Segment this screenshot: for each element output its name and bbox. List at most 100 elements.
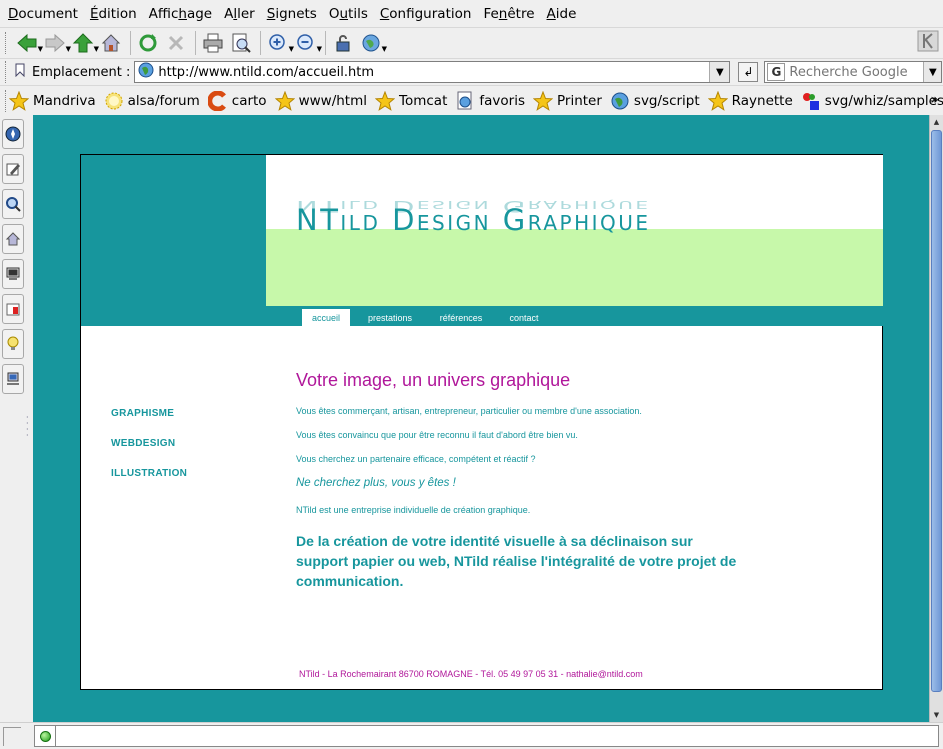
web-shortcuts-button[interactable]: ▼ <box>358 30 387 56</box>
bookmark-label: Tomcat <box>399 92 448 109</box>
bookmark-svg-script[interactable]: svg/script <box>610 91 700 111</box>
bookmark-www-html[interactable]: www/html <box>274 90 368 111</box>
compass-icon <box>5 126 21 142</box>
toolbar-separator <box>130 31 131 55</box>
zoom-in-button[interactable]: ▼ <box>265 30 294 56</box>
vertical-scrollbar[interactable]: ▲ ▼ <box>929 115 943 722</box>
bookmarks-toolbar: Mandriva alsa/forum carto www/html Tomca… <box>0 85 943 115</box>
menu-outils[interactable]: Outils <box>325 6 376 22</box>
location-bar: Emplacement : http://www.ntild.com/accue… <box>0 58 943 85</box>
bookmark-printer[interactable]: Printer <box>532 90 602 111</box>
back-button[interactable]: ▼ <box>14 30 43 56</box>
search-engine-dropdown-icon[interactable]: ▼ <box>923 62 942 82</box>
nav-tab-contact[interactable]: contact <box>502 309 546 326</box>
intro-text: NTild est une entreprise individuelle de… <box>296 505 531 515</box>
sidebar-search-button[interactable] <box>2 189 24 219</box>
menu-aide[interactable]: Aide <box>543 6 585 22</box>
site-nav: accueil prestations références contact <box>266 306 883 326</box>
google-search-input[interactable] <box>789 64 920 80</box>
nav-tab-accueil[interactable]: accueil <box>302 309 350 326</box>
url-field[interactable]: http://www.ntild.com/accueil.htm ▼ <box>134 61 731 83</box>
bookmark-label: favoris <box>479 92 525 109</box>
zoom-out-dropdown-icon[interactable]: ▼ <box>317 45 322 53</box>
star-icon <box>707 90 728 111</box>
more-bookmarks-icon[interactable]: » <box>930 92 939 108</box>
nav-tab-references[interactable]: références <box>432 309 490 326</box>
bookmark-alsa-forum[interactable]: alsa/forum <box>104 91 200 111</box>
bookmark-carto[interactable]: carto <box>207 90 267 111</box>
toolbar-grip[interactable] <box>5 32 11 54</box>
home-button[interactable] <box>98 30 124 56</box>
sidebar-tips-button[interactable] <box>2 329 24 359</box>
menu-edition[interactable]: Édition <box>86 6 145 22</box>
globe-icon <box>362 34 380 52</box>
go-button[interactable]: ↲ <box>738 62 759 82</box>
sidenav-graphisme[interactable]: GRAPHISME <box>111 408 174 419</box>
up-arrow-icon <box>72 33 94 53</box>
zoom-out-icon <box>297 34 313 50</box>
menu-signets[interactable]: Signets <box>263 6 325 22</box>
bookmark-mandriva[interactable]: Mandriva <box>9 90 96 111</box>
print-button[interactable] <box>200 30 226 56</box>
nav-tab-prestations[interactable]: prestations <box>362 309 418 326</box>
sidebar-web-browser-button[interactable] <box>2 119 24 149</box>
page-title: Votre image, un univers graphique <box>296 370 571 390</box>
menu-aller[interactable]: Aller <box>220 6 263 22</box>
forward-button[interactable]: ▼ <box>42 30 71 56</box>
globe-icon <box>610 91 630 111</box>
sidebar-home-button[interactable] <box>2 224 24 254</box>
navigation-sidebar: · · · · <box>0 115 33 722</box>
bookmark-tomcat[interactable]: Tomcat <box>375 90 448 111</box>
menu-document[interactable]: Document <box>4 6 86 22</box>
lock-icon <box>336 35 350 52</box>
web-shortcuts-dropdown-icon[interactable]: ▼ <box>382 45 387 53</box>
scrollbar-thumb[interactable] <box>931 130 942 692</box>
star-icon <box>532 90 553 111</box>
sidenav-illustration[interactable]: ILLUSTRATION <box>111 468 187 479</box>
google-search-field[interactable]: G ▼ <box>764 61 943 83</box>
bookmark-raynette[interactable]: Raynette <box>707 90 793 111</box>
bookmarks-bar-grip[interactable] <box>5 89 6 112</box>
print-preview-button[interactable] <box>228 30 254 56</box>
url-history-dropdown-icon[interactable]: ▼ <box>709 62 730 82</box>
url-text[interactable]: http://www.ntild.com/accueil.htm <box>154 65 709 80</box>
bookmark-label: www/html <box>298 92 368 109</box>
bookmark-favoris[interactable]: favoris <box>455 91 525 111</box>
google-icon[interactable]: G <box>767 63 786 81</box>
toolbar-separator <box>325 31 326 55</box>
sidebar-devices-button[interactable] <box>2 259 24 289</box>
up-button[interactable]: ▼ <box>70 30 99 56</box>
scroll-down-arrow-icon[interactable]: ▼ <box>930 708 943 722</box>
bookmark-folder-icon <box>6 303 20 316</box>
sidebar-network-button[interactable] <box>2 364 24 394</box>
sidebar-bookmarks-button[interactable] <box>2 294 24 324</box>
bookmark-label: Raynette <box>731 92 793 109</box>
paragraph-2: Vous êtes convaincu que pour être reconn… <box>296 430 578 440</box>
header-banner: NTild Design Graphique NTild Design Grap… <box>266 155 883 306</box>
menu-configuration[interactable]: Configuration <box>376 6 480 22</box>
menu-bar: Document Édition Affichage Aller Signets… <box>0 0 943 27</box>
bookmark-label: carto <box>231 92 267 109</box>
zoom-out-button[interactable]: ▼ <box>293 30 322 56</box>
menu-fenetre[interactable]: Fenêtre <box>479 6 542 22</box>
kde-logo-icon <box>917 30 939 56</box>
sidebar-resize-handle[interactable]: · · · · <box>26 414 29 440</box>
star-icon <box>375 90 396 111</box>
security-button[interactable] <box>330 30 356 56</box>
toolbar-separator <box>260 31 261 55</box>
bookmark-page-icon[interactable] <box>14 63 26 81</box>
site-logo[interactable]: NTild Design Graphique <box>296 203 651 237</box>
sidebar-history-button[interactable] <box>2 154 24 184</box>
bookmark-svg-whiz-samples[interactable]: svg/whiz/samples <box>801 91 943 111</box>
paragraph-3: Vous cherchez un partenaire efficace, co… <box>296 454 536 464</box>
network-computer-icon <box>7 372 19 385</box>
sidenav-webdesign[interactable]: WEBDESIGN <box>111 438 175 449</box>
menu-affichage[interactable]: Affichage <box>145 6 220 22</box>
bookmark-label: alsa/forum <box>127 92 200 109</box>
header-green-band <box>266 229 883 306</box>
location-bar-grip[interactable] <box>5 61 11 83</box>
reload-button[interactable] <box>135 30 161 56</box>
stop-button[interactable] <box>163 30 189 56</box>
reload-icon <box>139 34 157 52</box>
scroll-up-arrow-icon[interactable]: ▲ <box>930 115 943 129</box>
